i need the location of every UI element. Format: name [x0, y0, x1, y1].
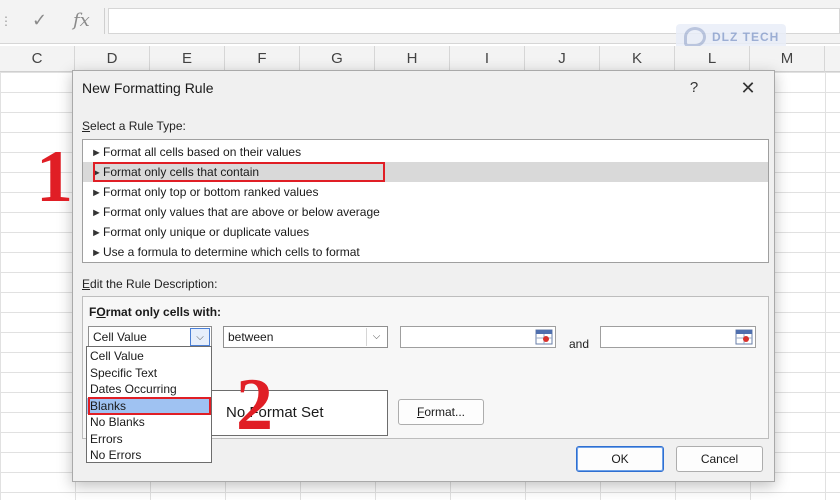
format-cells-heading: FOrmat only cells with:: [89, 305, 221, 319]
chevron-down-icon[interactable]: ⌵: [366, 328, 386, 346]
column-header[interactable]: D: [75, 46, 150, 72]
dialog-title: New Formatting Rule: [82, 80, 214, 96]
dropdown-option[interactable]: Dates Occurring: [87, 381, 211, 398]
format-button[interactable]: Format...: [398, 399, 484, 425]
dropdown-option[interactable]: Cell Value: [87, 348, 211, 365]
and-label: and: [569, 337, 590, 351]
column-header[interactable]: K: [600, 46, 675, 72]
watermark-logo-icon: [684, 27, 706, 47]
step-1-annotation: 1: [36, 136, 73, 218]
column-header[interactable]: L: [675, 46, 750, 72]
format-button-label: ormat...: [424, 405, 466, 419]
dropdown-option[interactable]: Errors: [87, 431, 211, 448]
step-2-annotation: 2: [236, 364, 273, 446]
rule-type-item-label: Use a formula to determine which cells t…: [103, 245, 360, 259]
rule-type-item-label: Format all cells based on their values: [103, 145, 302, 159]
arrow-icon: ►: [91, 187, 102, 199]
column-header[interactable]: I: [450, 46, 525, 72]
rule-type-item-label: Format only top or bottom ranked values: [103, 185, 319, 199]
watermark-text: DLZ TECH: [712, 30, 780, 44]
rule-type-list[interactable]: ►Format all cells based on their values …: [82, 139, 769, 263]
dropdown-option[interactable]: No Blanks: [87, 414, 211, 431]
range-select-icon[interactable]: [535, 329, 553, 345]
heading-rest: rmat only cells with:: [105, 305, 222, 319]
ok-button[interactable]: OK: [576, 446, 664, 472]
rule-type-item-label: Format only unique or duplicate values: [103, 225, 310, 239]
range-select-icon[interactable]: [735, 329, 753, 345]
dropdown-option[interactable]: Specific Text: [87, 365, 211, 382]
rule-type-item[interactable]: ►Format all cells based on their values: [83, 142, 768, 162]
condition-type-dropdown[interactable]: Cell Value Specific Text Dates Occurring…: [86, 346, 212, 463]
condition-type-select[interactable]: Cell Value ⌵: [88, 326, 212, 348]
name-box-edge[interactable]: ⋮: [0, 14, 12, 28]
rule-type-item[interactable]: ►Format only unique or duplicate values: [83, 222, 768, 242]
arrow-icon: ►: [91, 147, 102, 159]
column-header[interactable]: G: [300, 46, 375, 72]
value2-input[interactable]: [600, 326, 756, 348]
arrow-icon: ►: [91, 227, 102, 239]
column-header[interactable]: C: [0, 46, 75, 72]
highlight-box-rule-type: [93, 162, 385, 182]
condition-type-value: Cell Value: [93, 330, 147, 344]
heading-accel: O: [96, 305, 106, 319]
highlight-box-blanks: [88, 397, 211, 415]
column-header[interactable]: E: [150, 46, 225, 72]
help-icon[interactable]: ?: [683, 77, 705, 99]
column-header[interactable]: F: [225, 46, 300, 72]
column-header[interactable]: H: [375, 46, 450, 72]
operator-value: between: [228, 330, 274, 344]
close-icon[interactable]: ✕: [737, 77, 759, 99]
edit-rule-label-text: dit the Rule Description:: [90, 277, 218, 291]
insert-function-icon[interactable]: fx: [73, 10, 90, 31]
rule-type-accel: S: [82, 119, 91, 133]
edit-rule-accel: E: [82, 277, 91, 291]
column-header[interactable]: J: [525, 46, 600, 72]
column-headers: C D E F G H I J K L M: [0, 46, 840, 72]
rule-type-label-text: elect a Rule Type:: [90, 119, 186, 133]
rule-type-item[interactable]: ►Use a formula to determine which cells …: [83, 242, 768, 262]
rule-type-item[interactable]: ►Format only values that are above or be…: [83, 202, 768, 222]
operator-select[interactable]: between ⌵: [223, 326, 388, 348]
formula-bar-separator: [104, 8, 105, 34]
dropdown-option[interactable]: No Errors: [87, 447, 211, 464]
edit-rule-label: Edit the Rule Description:: [82, 277, 217, 291]
cancel-button[interactable]: Cancel: [676, 446, 763, 472]
rule-type-item-label: Format only values that are above or bel…: [103, 205, 380, 219]
rule-type-item[interactable]: ►Format only top or bottom ranked values: [83, 182, 768, 202]
chevron-down-icon[interactable]: ⌵: [190, 328, 210, 346]
value1-input[interactable]: [400, 326, 556, 348]
enter-check-icon[interactable]: ✓: [32, 10, 47, 31]
rule-type-label: Select a Rule Type:: [82, 119, 186, 133]
column-header[interactable]: M: [750, 46, 825, 72]
arrow-icon: ►: [91, 207, 102, 219]
arrow-icon: ►: [91, 247, 102, 259]
